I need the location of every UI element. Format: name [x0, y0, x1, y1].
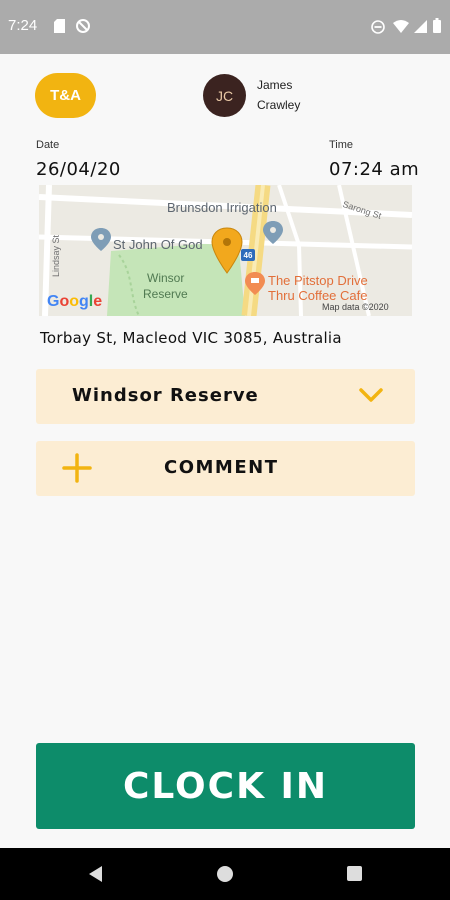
- comment-button-label: COMMENT: [164, 457, 279, 478]
- location-select[interactable]: Windsor Reserve: [36, 369, 415, 424]
- map-label-reserve-line1: Winsor: [147, 271, 185, 285]
- sd-card-icon: [54, 19, 65, 33]
- signal-icon: [414, 20, 427, 33]
- user-first-name: James: [257, 78, 293, 92]
- time-value: 07:24 am: [329, 159, 420, 180]
- recents-icon[interactable]: [346, 865, 363, 882]
- map-label-cafe-line1: The Pitstop Drive: [268, 273, 368, 288]
- wifi-icon: [393, 20, 409, 33]
- battery-icon: [433, 18, 441, 33]
- chevron-down-icon: [359, 388, 383, 402]
- date-label: Date: [36, 139, 60, 151]
- clock-in-button[interactable]: CLOCK IN: [36, 743, 415, 829]
- location-map[interactable]: 46 Brunsdon Irrigation St John Of God Wi…: [39, 185, 412, 316]
- nav-bar: [0, 848, 450, 900]
- map-label-cafe-line2: Thru Coffee Cafe: [268, 288, 368, 303]
- status-time: 7:24: [8, 17, 38, 34]
- plus-icon: [62, 453, 92, 483]
- google-logo: Google: [47, 293, 103, 310]
- location-select-value: Windsor Reserve: [72, 385, 259, 406]
- date-value: 26/04/20: [36, 159, 121, 180]
- map-attribution: Map data ©2020: [322, 302, 389, 312]
- map-label-reserve-line2: Reserve: [143, 287, 188, 301]
- svg-text:46: 46: [244, 251, 253, 260]
- status-bar: 7:24: [0, 0, 450, 54]
- app-logo: T&A: [35, 73, 96, 118]
- map-label-lindsay-st: Lindsay St: [51, 234, 62, 278]
- map-label-irrigation: Brunsdon Irrigation: [167, 200, 277, 215]
- address-text: Torbay St, Macleod VIC 3085, Australia: [40, 329, 342, 347]
- comment-button[interactable]: COMMENT: [36, 441, 415, 496]
- no-data-icon: [76, 19, 90, 33]
- home-icon[interactable]: [216, 865, 234, 883]
- time-label: Time: [329, 139, 354, 151]
- map-label-church: St John Of God: [113, 237, 203, 252]
- user-last-name: Crawley: [257, 98, 301, 112]
- back-icon[interactable]: [86, 864, 104, 884]
- avatar[interactable]: JC: [203, 74, 246, 117]
- do-not-disturb-icon: [371, 20, 385, 34]
